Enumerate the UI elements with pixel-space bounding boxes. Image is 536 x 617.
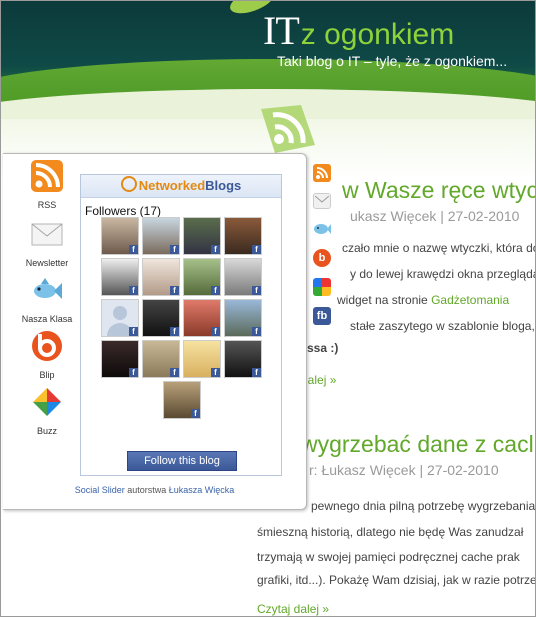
blip-small-icon[interactable]: b [313, 249, 331, 267]
follower-avatar[interactable]: f [183, 258, 221, 296]
follower-avatar[interactable]: f [183, 299, 221, 337]
service-label: Blip [39, 370, 55, 380]
service-label: Buzz [36, 426, 57, 436]
follower-avatar[interactable]: f [142, 217, 180, 255]
blog-logo[interactable]: ITz ogonkiem [263, 7, 454, 54]
follower-avatar[interactable]: f [224, 217, 262, 255]
follower-avatar[interactable]: f [224, 299, 262, 337]
read-more-link-2[interactable]: Czytaj dalej » [257, 602, 329, 616]
service-label: Nasza Klasa [21, 314, 73, 324]
credit-text: autorstwa [124, 485, 169, 495]
post-1-line-1: czało mnie o nazwę wtyczki, która do [342, 241, 536, 255]
networkedblogs-header[interactable]: NetworkedBlogs [81, 175, 281, 198]
facebook-badge-icon: f [170, 368, 179, 377]
post-1-line-5: ssa :) [307, 341, 339, 355]
service-label: Newsletter [25, 258, 69, 268]
networkedblogs-logo-icon [120, 176, 137, 192]
brand-part-1: Networked [138, 178, 206, 193]
post-meta-1: ukasz Więcek | 27-02-2010 [350, 208, 520, 224]
post-1-line-2: y do lewej krawędzi okna przegląda [350, 267, 536, 281]
facebook-badge-icon: f [170, 245, 179, 254]
blog-header: ITz ogonkiem Taki blog o IT – tyle, że z… [1, 1, 535, 149]
service-newsletter[interactable]: Newsletter [17, 218, 77, 268]
follower-avatar[interactable]: f [183, 217, 221, 255]
follower-avatar[interactable]: f [101, 340, 139, 378]
post-title-1[interactable]: w Wasze ręce wtyc [342, 177, 535, 204]
post-1-line-3: widget na stronie Gadżetomania [337, 293, 510, 307]
logo-it: IT [263, 8, 300, 53]
facebook-badge-icon: f [252, 286, 261, 295]
follower-avatar[interactable]: f [163, 381, 201, 419]
post-2-line-3: trzymają w swojej pamięci podręcznej cac… [257, 550, 520, 564]
slider-credit: Social Slider autorstwa Łukasza Więcka [3, 485, 306, 495]
followers-count: Followers (17) [85, 204, 162, 218]
facebook-badge-icon: f [129, 368, 138, 377]
post-meta-2: r: Łukasz Więcek | 27-02-2010 [309, 462, 499, 478]
post-title-2[interactable]: wygrzebać dane z cacl [301, 431, 534, 458]
facebook-badge-icon: f [211, 368, 220, 377]
follow-this-blog-button[interactable]: Follow this blog [127, 451, 237, 471]
social-slider-panel: RSS Newsletter Nasza Klasa Blip Buzz Net… [3, 153, 307, 510]
facebook-badge-icon: f [129, 327, 138, 336]
service-rss[interactable]: RSS [17, 160, 77, 210]
brand-part-2: Blogs [205, 178, 242, 193]
post-2-line-2: śmieszną historią, dlatego nie będę Was … [257, 525, 524, 539]
author-link[interactable]: Łukasza Więcka [169, 485, 235, 495]
facebook-badge-icon: f [252, 368, 261, 377]
facebook-badge-icon: f [211, 327, 220, 336]
follower-avatar[interactable]: f [101, 217, 139, 255]
gadzetomania-link[interactable]: Gadżetomania [431, 293, 509, 307]
facebook-badge-icon: f [211, 245, 220, 254]
blog-tagline: Taki blog o IT – tyle, że z ogonkiem... [277, 53, 508, 69]
facebook-badge-icon: f [170, 327, 179, 336]
follower-avatar[interactable]: f [224, 340, 262, 378]
social-icons-column: b fb [313, 164, 333, 336]
facebook-badge-icon: f [129, 245, 138, 254]
buzz-icon [33, 388, 61, 416]
facebook-badge-icon: f [129, 286, 138, 295]
facebook-badge-icon: f [170, 286, 179, 295]
rss-small-icon[interactable] [313, 164, 331, 182]
rss-icon [31, 160, 63, 192]
post-2-line-1: pewnego dnia pilną potrzebę wygrzebania … [311, 499, 536, 513]
follower-avatar[interactable]: f [142, 258, 180, 296]
service-label: RSS [37, 200, 57, 210]
follower-avatar[interactable]: f [142, 299, 180, 337]
service-buzz[interactable]: Buzz [17, 386, 77, 436]
follower-avatar-default[interactable]: f [101, 299, 139, 337]
fish-icon [34, 278, 62, 299]
facebook-small-icon[interactable]: fb [313, 307, 331, 325]
logo-rest: z ogonkiem [300, 18, 455, 51]
networkedblogs-widget: NetworkedBlogs Followers (17) f f f f f … [80, 174, 282, 476]
fish-small-icon[interactable] [313, 220, 331, 238]
service-blip[interactable]: Blip [17, 330, 77, 380]
facebook-badge-icon: f [191, 409, 200, 418]
envelope-icon [31, 223, 63, 246]
post-1-line-4: stałe zaszytego w szablonie bloga, a [350, 319, 536, 333]
browser-viewport: ITz ogonkiem Taki blog o IT – tyle, że z… [0, 0, 536, 617]
rss-logo-icon [261, 105, 315, 153]
facebook-badge-icon: f [252, 245, 261, 254]
follower-avatar[interactable]: f [224, 258, 262, 296]
follower-avatar[interactable]: f [183, 340, 221, 378]
follower-avatar[interactable]: f [142, 340, 180, 378]
facebook-badge-icon: f [252, 327, 261, 336]
post-2-line-4: grafiki, itd...). Pokażę Wam dzisiaj, ja… [257, 573, 536, 587]
facebook-badge-icon: f [211, 286, 220, 295]
follower-avatar[interactable]: f [101, 258, 139, 296]
social-slider-link[interactable]: Social Slider [75, 485, 125, 495]
buzz-small-icon[interactable] [313, 278, 331, 296]
blip-icon [32, 331, 62, 361]
envelope-small-icon[interactable] [313, 193, 331, 209]
service-nasza-klasa[interactable]: Nasza Klasa [17, 274, 77, 324]
